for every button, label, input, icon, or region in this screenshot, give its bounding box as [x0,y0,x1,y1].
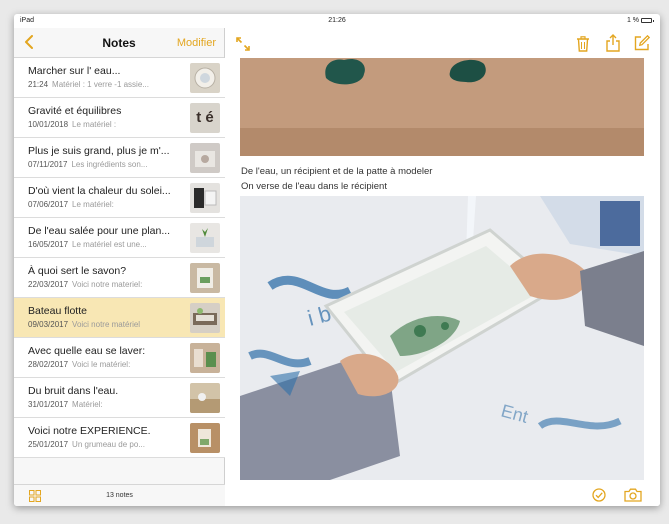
note-date: 25/01/2017 [28,440,69,449]
note-title: D'où vient la chaleur du solei... [28,185,171,197]
note-meta: 07/11/2017 Les ingrédients son... [28,160,180,169]
note-title: De l'eau salée pour une plan... [28,225,171,237]
note-preview: Le matériel: [72,200,114,209]
note-item[interactable]: Avec quelle eau se laver: 28/02/2017 Voic… [14,338,225,378]
note-meta: 25/01/2017 Un grumeau de po... [28,440,180,449]
note-item[interactable]: De l'eau salée pour une plan... 16/05/20… [14,218,225,258]
note-meta: 28/02/2017 Voici le matériel: [28,360,180,369]
note-photo-2: i boho Ent [240,196,644,480]
note-item[interactable]: Voici notre EXPERIENCE. 25/01/2017 Un gru… [14,418,225,458]
note-item[interactable]: D'où vient la chaleur du solei... 07/06/… [14,178,225,218]
battery-status: 1 % [626,17,654,24]
thumbnail-text: t é [196,109,214,126]
notes-sidebar: Notes Modifier Marcher sur l' eau... 21:… [14,28,225,506]
note-title: Avec quelle eau se laver: [28,345,146,357]
note-line-2: On verse de l'eau dans le récipient [241,181,387,192]
note-meta: 16/05/2017 Le matériel est une... [28,240,180,249]
checklist-icon[interactable] [592,488,606,502]
detail-footer [226,484,660,506]
camera-icon[interactable] [624,488,642,502]
battery-icon [641,18,654,23]
status-time: 21:26 [328,17,346,24]
note-thumbnail: t é [190,103,220,133]
note-meta: 31/01/2017 Matériel: [28,400,180,409]
note-meta: 07/06/2017 Le matériel: [28,200,180,209]
note-item[interactable]: Marcher sur l' eau... 21:24 Matériel : 1 … [14,58,225,98]
sidebar-header: Notes Modifier [14,28,224,58]
battery-percent: 1 % [626,17,639,24]
note-preview: Un grumeau de po... [72,440,145,449]
note-title: Du bruit dans l'eau. [28,385,119,397]
note-preview: Le matériel est une... [72,240,147,249]
status-bar: iPad 21:26 1 % [14,14,660,28]
note-preview: Voici le matériel: [72,360,131,369]
note-item[interactable]: Gravité et équilibres 10/01/2018 Le matér… [14,98,225,138]
note-date: 22/03/2017 [28,280,69,289]
ipad-screen: iPad 21:26 1 % Notes Modifier Marcher su… [14,14,660,506]
note-item[interactable]: À quoi sert le savon? 22/03/2017 Voici no… [14,258,225,298]
note-date: 28/02/2017 [28,360,69,369]
note-meta: 09/03/2017 Voici notre matériel [28,320,180,329]
note-meta: 22/03/2017 Voici notre materiel: [28,280,180,289]
note-title: Gravité et équilibres [28,105,122,117]
note-preview: Matériel : 1 verre -1 assie... [52,80,149,89]
sidebar-footer: 13 notes [14,484,225,506]
note-thumbnail [190,423,220,453]
note-meta: 10/01/2018 Le matériel : [28,120,180,129]
note-preview: Matériel: [72,400,103,409]
note-thumbnail [190,303,220,333]
detail-toolbar [226,28,660,58]
note-preview: Voici notre materiel: [72,280,143,289]
note-detail: De l'eau, un récipient et de la patte à … [226,28,660,506]
expand-icon[interactable] [236,37,250,51]
note-date: 07/11/2017 [28,160,68,169]
note-date: 07/06/2017 [28,200,69,209]
note-meta: 21:24 Matériel : 1 verre -1 assie... [28,80,180,89]
note-item[interactable]: Du bruit dans l'eau. 31/01/2017 Matériel: [14,378,225,418]
note-thumbnail [190,183,220,213]
share-icon[interactable] [605,34,621,52]
note-body[interactable]: De l'eau, un récipient et de la patte à … [241,164,432,194]
note-thumbnail [190,263,220,293]
note-title: À quoi sert le savon? [28,265,127,277]
note-item[interactable]: Plus je suis grand, plus je m'... 07/11/… [14,138,225,178]
note-photo-1 [240,58,644,156]
compose-icon[interactable] [634,35,650,51]
note-item-selected[interactable]: Bateau flotte 09/03/2017 Voici notre maté… [14,298,225,338]
note-date: 31/01/2017 [28,400,69,409]
note-date: 09/03/2017 [28,320,69,329]
note-line-1: De l'eau, un récipient et de la patte à … [241,166,433,177]
note-title: Plus je suis grand, plus je m'... [28,145,170,157]
note-date: 10/01/2018 [28,120,69,129]
note-preview: Les ingrédients son... [71,160,148,169]
notes-count: 13 notes [106,492,133,499]
note-preview: Voici notre matériel [72,320,141,329]
note-thumbnail [190,343,220,373]
note-date: 16/05/2017 [28,240,69,249]
notes-list: Marcher sur l' eau... 21:24 Matériel : 1 … [14,58,225,458]
note-thumbnail [190,63,220,93]
note-title: Voici notre EXPERIENCE. [28,425,151,437]
note-thumbnail [190,143,220,173]
note-title: Marcher sur l' eau... [28,65,121,77]
note-date: 21:24 [28,80,49,89]
note-title: Bateau flotte [28,305,87,317]
trash-icon[interactable] [576,36,590,52]
note-thumbnail [190,383,220,413]
note-preview: Le matériel : [72,120,117,129]
note-thumbnail [190,223,220,253]
edit-button[interactable]: Modifier [177,37,216,49]
